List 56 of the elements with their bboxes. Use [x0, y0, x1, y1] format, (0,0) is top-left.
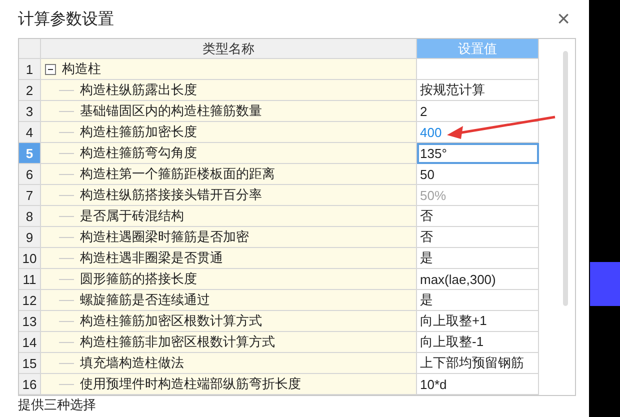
value-cell[interactable]: 否	[417, 227, 539, 248]
row-number: 6	[19, 164, 41, 185]
value-cell[interactable]: max(lae,300)	[417, 269, 539, 290]
row-number: 11	[19, 269, 41, 290]
value-cell[interactable]: 是	[417, 290, 539, 311]
row-number: 12	[19, 290, 41, 311]
parameter-name: 是否属于砖混结构	[41, 206, 417, 227]
value-cell[interactable]: 否	[417, 206, 539, 227]
column-header[interactable]: 类型名称	[41, 39, 417, 59]
row-number: 9	[19, 227, 41, 248]
backdrop-panel	[590, 262, 620, 306]
parameter-name: 构造柱纵筋露出长度	[41, 80, 417, 101]
row-number: 1	[19, 59, 41, 80]
parameter-name: 构造柱纵筋搭接接头错开百分率	[41, 185, 417, 206]
row-number: 10	[19, 248, 41, 269]
row-number: 14	[19, 332, 41, 353]
parameter-name: 使用预埋件时构造柱端部纵筋弯折长度	[41, 374, 417, 395]
value-cell[interactable]: 2	[417, 101, 539, 122]
row-number: 15	[19, 353, 41, 374]
row-number: 5	[19, 143, 41, 164]
value-cell[interactable]: 是	[417, 248, 539, 269]
group-name: 构造柱	[62, 60, 101, 78]
row-number: 7	[19, 185, 41, 206]
corner-header	[19, 39, 41, 59]
parameter-name: 圆形箍筋的搭接长度	[41, 269, 417, 290]
parameter-name: 构造柱第一个箍筋距楼板面的距离	[41, 164, 417, 185]
description-text: 提供三种选择	[18, 396, 97, 414]
row-number: 3	[19, 101, 41, 122]
scrollbar-thumb[interactable]	[563, 51, 568, 306]
parameter-name: 构造柱箍筋加密区根数计算方式	[41, 311, 417, 332]
parameter-name: 螺旋箍筋是否连续通过	[41, 290, 417, 311]
value-cell[interactable]: 向上取整+1	[417, 311, 539, 332]
parameter-name: 构造柱箍筋加密长度	[41, 122, 417, 143]
window-title: 计算参数设置	[18, 10, 114, 30]
parameter-name: 构造柱遇圈梁时箍筋是否加密	[41, 227, 417, 248]
value-cell[interactable]: 400	[417, 122, 539, 143]
value-cell[interactable]: 向上取整-1	[417, 332, 539, 353]
value-cell[interactable]: 135°	[417, 143, 539, 164]
value-cell[interactable]: 10*d	[417, 374, 539, 395]
value-cell[interactable]: 上下部均预留钢筋	[417, 353, 539, 374]
parameter-name: 构造柱箍筋非加密区根数计算方式	[41, 332, 417, 353]
parameter-name: 构造柱遇非圈梁是否贯通	[41, 248, 417, 269]
value-cell[interactable]	[417, 59, 539, 80]
collapse-button[interactable]	[45, 64, 56, 74]
close-button[interactable]: ×	[551, 8, 576, 30]
arrow-icon	[445, 113, 557, 139]
row-number: 4	[19, 122, 41, 143]
parameter-name: 填充墙构造柱做法	[41, 353, 417, 374]
value-cell[interactable]: 按规范计算	[417, 80, 539, 101]
value-cell[interactable]: 50	[417, 164, 539, 185]
row-number: 13	[19, 311, 41, 332]
parameter-name: 构造柱箍筋弯勾角度	[41, 143, 417, 164]
row-number: 2	[19, 80, 41, 101]
row-number: 16	[19, 374, 41, 395]
row-number: 8	[19, 206, 41, 227]
parameter-name: 基础锚固区内的构造柱箍筋数量	[41, 101, 417, 122]
